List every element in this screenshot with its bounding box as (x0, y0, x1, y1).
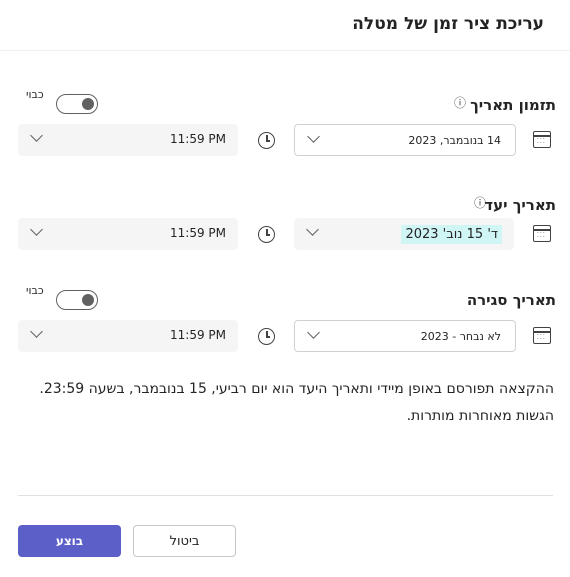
schedule-toggle[interactable] (56, 94, 98, 114)
chevron-down-icon (307, 326, 320, 339)
due-label: תאריך יעד (484, 196, 556, 214)
close-time-value: 11:59 PM (170, 328, 226, 342)
due-date-value: ד' 15 נוב' 2023 (401, 225, 502, 244)
due-time-value: 11:59 PM (170, 226, 226, 240)
summary-note-line: הגשות מאוחרות מותרות. (406, 408, 554, 424)
calendar-icon[interactable]: ··· ··· (533, 131, 551, 148)
close-date-value: לא נבחר - 2023 (420, 330, 501, 343)
schedule-label: תזמון תאריך (470, 96, 556, 114)
close-toggle-label: כבוי (26, 284, 44, 297)
info-icon[interactable]: ⓘ (474, 194, 486, 211)
footer-divider (18, 495, 553, 496)
dialog-title: עריכת ציר זמן של מטלה (352, 14, 544, 34)
summary-note: ההקצאה תפורסם באופן מיידי ותאריך היעד הו… (24, 376, 554, 430)
close-date-picker[interactable]: לא נבחר - 2023 (294, 320, 516, 352)
close-toggle[interactable] (56, 290, 98, 310)
info-icon[interactable]: ⓘ (454, 94, 466, 111)
chevron-down-icon (306, 223, 319, 236)
schedule-date-picker[interactable]: 14 בנובמבר, 2023 (294, 124, 516, 156)
due-date-picker[interactable]: ד' 15 נוב' 2023 (294, 218, 514, 250)
schedule-toggle-label: כבוי (26, 88, 44, 101)
chevron-down-icon (30, 223, 43, 236)
calendar-icon[interactable]: ··· ··· (533, 225, 551, 242)
calendar-icon[interactable]: ··· ··· (533, 327, 551, 344)
chevron-down-icon (30, 325, 43, 338)
close-time-picker[interactable]: 11:59 PM (18, 320, 238, 352)
clock-icon (258, 226, 275, 243)
close-toggle-group: כבוי (22, 284, 102, 312)
schedule-time-picker[interactable]: 11:59 PM (18, 124, 238, 156)
clock-icon (258, 132, 275, 149)
chevron-down-icon (307, 130, 320, 143)
cancel-button[interactable]: ביטול (133, 525, 236, 557)
close-label: תאריך סגירה (466, 291, 556, 309)
due-time-picker[interactable]: 11:59 PM (18, 218, 238, 250)
schedule-date-value: 14 בנובמבר, 2023 (408, 134, 501, 147)
schedule-toggle-group: כבוי (22, 88, 102, 116)
chevron-down-icon (30, 129, 43, 142)
done-button[interactable]: בוצע (18, 525, 121, 557)
schedule-time-value: 11:59 PM (170, 132, 226, 146)
clock-icon (258, 328, 275, 345)
summary-note-line: ההקצאה תפורסם באופן מיידי ותאריך היעד הו… (39, 381, 554, 397)
